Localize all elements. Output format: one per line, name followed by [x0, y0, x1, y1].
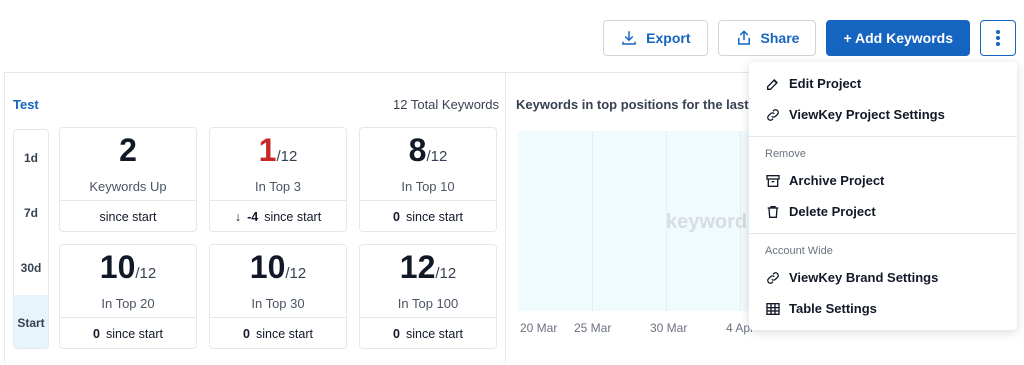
card-value: 10/12 — [249, 249, 307, 285]
card-since: ↓ -4 since start — [234, 209, 322, 224]
kebab-menu-icon — [995, 29, 1001, 47]
card-label: In Top 3 — [254, 179, 302, 194]
x-axis-label: 30 Mar — [650, 321, 688, 335]
range-tab-7d[interactable]: 7d — [14, 185, 48, 240]
menu-archive-project[interactable]: Archive Project — [749, 165, 1017, 196]
card-since: 0 since start — [393, 209, 463, 224]
menu-label: Archive Project — [789, 173, 885, 188]
x-axis-label: 20 Mar — [520, 321, 558, 335]
card-value: 10/12 — [99, 249, 157, 285]
range-tab-start[interactable]: Start — [14, 295, 48, 348]
card-label: In Top 30 — [251, 296, 305, 311]
menu-viewkey-project-settings[interactable]: ViewKey Project Settings — [749, 99, 1017, 130]
toolbar: Export Share + Add Keywords — [603, 20, 1016, 56]
trash-icon — [765, 204, 781, 220]
chart-watermark: keyword — [666, 211, 748, 233]
project-name[interactable]: Test — [13, 97, 39, 112]
card-keywords-up: 2 Keywords Up since start — [59, 127, 197, 232]
menu-label: ViewKey Project Settings — [789, 107, 945, 122]
add-keywords-button[interactable]: + Add Keywords — [826, 20, 970, 56]
chart-title: Keywords in top positions for the last — [516, 97, 749, 112]
card-since: 0 since start — [243, 326, 313, 341]
menu-viewkey-brand-settings[interactable]: ViewKey Brand Settings — [749, 262, 1017, 293]
card-top-10: 8/12 In Top 10 0 since start — [359, 127, 497, 232]
range-tabs: 1d 7d 30d Start — [13, 129, 49, 349]
add-keywords-label: + Add Keywords — [843, 30, 953, 46]
summary-panel: Test 12 Total Keywords 1d 7d 30d Start 2… — [4, 73, 506, 363]
menu-label: Table Settings — [789, 301, 877, 316]
table-icon — [765, 301, 781, 317]
link-icon — [765, 107, 781, 123]
download-icon — [620, 29, 638, 47]
more-options-button[interactable] — [980, 20, 1016, 56]
card-top-100: 12/12 In Top 100 0 since start — [359, 244, 497, 349]
card-label: Keywords Up — [89, 179, 167, 194]
card-value: 12/12 — [399, 249, 457, 285]
edit-icon — [765, 76, 781, 92]
menu-edit-project[interactable]: Edit Project — [749, 68, 1017, 99]
x-axis-label: 25 Mar — [574, 321, 612, 335]
menu-label: Delete Project — [789, 204, 876, 219]
link-icon — [765, 270, 781, 286]
export-button[interactable]: Export — [603, 20, 708, 56]
project-options-menu: Edit Project ViewKey Project Settings Re… — [749, 62, 1017, 330]
card-label: In Top 10 — [401, 179, 455, 194]
arrow-down-icon: ↓ — [234, 209, 242, 224]
card-since: 0 since start — [93, 326, 163, 341]
range-tab-30d[interactable]: 30d — [14, 240, 48, 295]
menu-label: Edit Project — [789, 76, 862, 91]
card-top-20: 10/12 In Top 20 0 since start — [59, 244, 197, 349]
menu-label: ViewKey Brand Settings — [789, 270, 939, 285]
card-value: 1/12 — [258, 132, 298, 168]
card-label: In Top 100 — [397, 296, 459, 311]
card-top-30: 10/12 In Top 30 0 since start — [209, 244, 347, 349]
card-label: In Top 20 — [101, 296, 155, 311]
chart-gridline — [592, 131, 593, 311]
menu-section-account: Account Wide — [765, 245, 833, 257]
total-keywords: 12 Total Keywords — [393, 97, 499, 112]
export-label: Export — [646, 30, 691, 46]
card-since: since start — [99, 209, 157, 224]
menu-divider — [749, 136, 1017, 137]
menu-table-settings[interactable]: Table Settings — [749, 293, 1017, 324]
menu-divider — [749, 233, 1017, 234]
menu-delete-project[interactable]: Delete Project — [749, 196, 1017, 227]
range-tab-1d[interactable]: 1d — [14, 130, 48, 185]
share-label: Share — [760, 30, 800, 46]
card-top-3: 1/12 In Top 3 ↓ -4 since start — [209, 127, 347, 232]
stats-cards: 2 Keywords Up since start 1/12 In Top 3 … — [59, 127, 497, 349]
share-upload-icon — [735, 29, 753, 47]
card-value: 2 — [119, 132, 137, 168]
card-value: 8/12 — [408, 132, 448, 168]
card-since: 0 since start — [393, 326, 463, 341]
menu-section-remove: Remove — [765, 148, 806, 160]
share-button[interactable]: Share — [717, 20, 817, 56]
archive-icon — [765, 173, 781, 189]
